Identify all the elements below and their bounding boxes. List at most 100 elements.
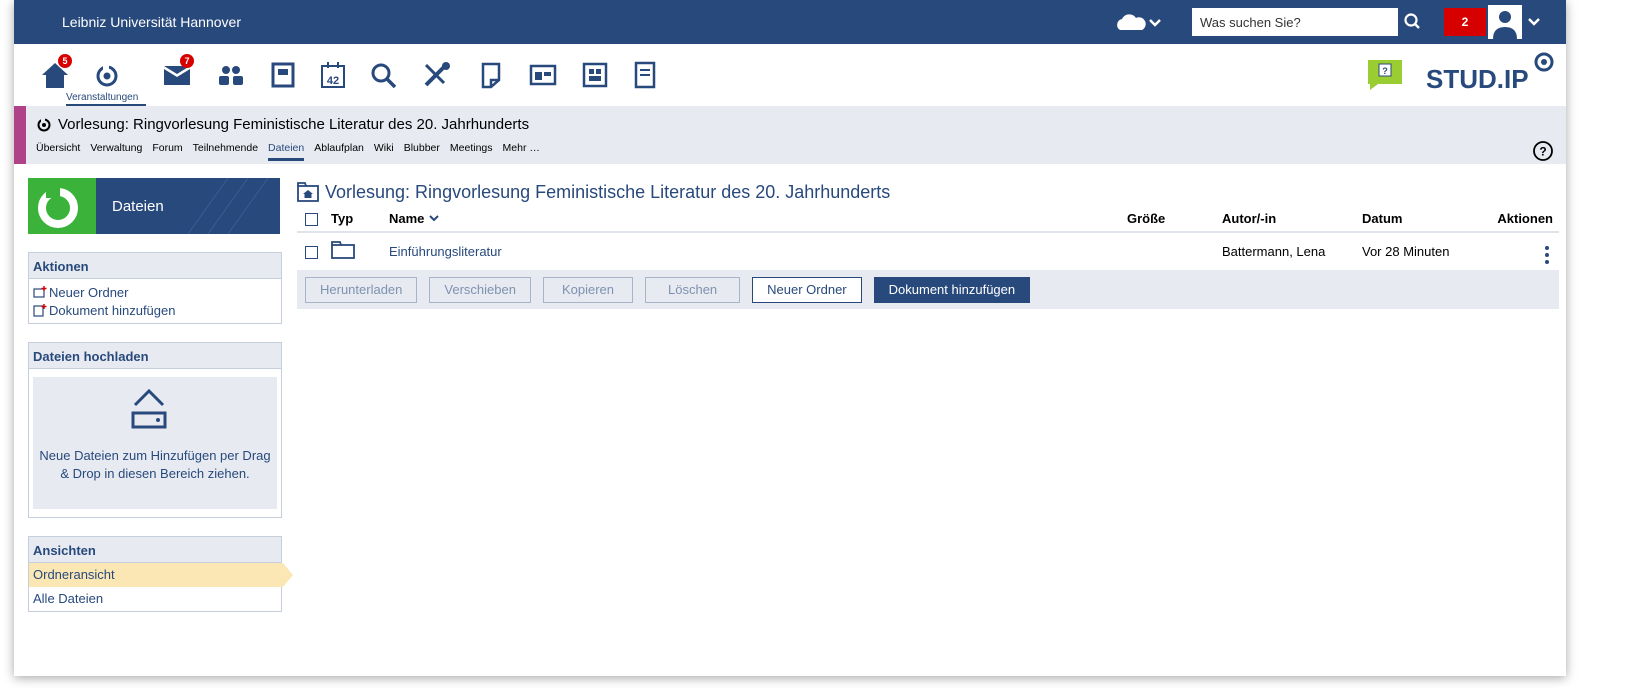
help-icon[interactable]: ? bbox=[1532, 140, 1554, 162]
view-all-files[interactable]: Alle Dateien bbox=[29, 587, 282, 611]
files-table: Typ Name Größe Autor/-in Datum Aktionen bbox=[297, 206, 1559, 271]
upload-drop-zone[interactable]: Neue Dateien zum Hinzufügen per Drag & D… bbox=[33, 377, 277, 509]
nav-search[interactable] bbox=[364, 56, 402, 94]
add-document-button[interactable]: Dokument hinzufügen bbox=[873, 276, 1031, 303]
upload-widget-title: Dateien hochladen bbox=[29, 343, 281, 369]
main-navigation: 5 Veranstaltungen 7 42 ? STUD.IP bbox=[14, 44, 1566, 106]
help-center-icon[interactable]: ? bbox=[1366, 58, 1404, 92]
column-name[interactable]: Name bbox=[389, 206, 1127, 233]
column-date[interactable]: Datum bbox=[1362, 206, 1480, 233]
avatar[interactable] bbox=[1488, 5, 1522, 39]
action-new-folder-label: Neuer Ordner bbox=[49, 284, 129, 300]
upload-widget: Dateien hochladen Neue Dateien zum Hinzu… bbox=[28, 342, 282, 518]
notes-icon bbox=[634, 61, 656, 89]
folder-breadcrumb: Vorlesung: Ringvorlesung Feministische L… bbox=[297, 178, 1559, 206]
delete-button[interactable]: Löschen bbox=[645, 276, 741, 303]
calendar-icon: 42 bbox=[321, 62, 345, 88]
action-new-folder[interactable]: Neuer Ordner bbox=[33, 283, 277, 301]
messages-badge: 7 bbox=[180, 54, 194, 68]
column-author[interactable]: Autor/-in bbox=[1222, 206, 1362, 233]
column-size[interactable]: Größe bbox=[1127, 206, 1222, 233]
row-date: Vor 28 Minuten bbox=[1362, 232, 1480, 271]
column-type: Typ bbox=[319, 206, 389, 233]
tab-mehr[interactable]: Mehr … bbox=[503, 142, 540, 161]
folder-title[interactable]: Vorlesung: Ringvorlesung Feministische L… bbox=[325, 182, 890, 203]
nav-calendar[interactable]: 42 bbox=[314, 56, 352, 94]
view-folder[interactable]: Ordneransicht bbox=[29, 563, 293, 587]
action-add-document[interactable]: Dokument hinzufügen bbox=[33, 301, 277, 319]
column-actions: Aktionen bbox=[1480, 206, 1559, 233]
svg-text:?: ? bbox=[1539, 145, 1546, 159]
nav-profile[interactable] bbox=[264, 56, 302, 94]
row-checkbox[interactable] bbox=[305, 245, 318, 259]
download-button[interactable]: Herunterladen bbox=[305, 276, 418, 303]
action-add-document-label: Dokument hinzufügen bbox=[49, 302, 176, 318]
actions-widget: Aktionen Neuer Ordner Dokument hinzufüge… bbox=[28, 252, 282, 324]
home-folder-icon[interactable] bbox=[297, 182, 319, 202]
tab-meetings[interactable]: Meetings bbox=[450, 142, 493, 161]
nav-home[interactable]: 5 bbox=[36, 54, 74, 94]
sidebar-header: Dateien bbox=[28, 178, 280, 234]
add-document-icon bbox=[33, 303, 47, 317]
actions-widget-title: Aktionen bbox=[29, 253, 281, 279]
cloud-icon[interactable] bbox=[1114, 12, 1162, 34]
tab-blubber[interactable]: Blubber bbox=[404, 142, 440, 161]
notification-counter[interactable]: 2 bbox=[1444, 8, 1486, 36]
column-name-label: Name bbox=[389, 211, 425, 226]
row-actions-menu-icon[interactable] bbox=[1545, 246, 1549, 265]
files-icon bbox=[481, 62, 501, 89]
contents-icon bbox=[582, 62, 608, 88]
tab-uebersicht[interactable]: Übersicht bbox=[36, 142, 80, 161]
nav-messages[interactable]: 7 bbox=[158, 54, 196, 94]
table-row: Einführungsliteratur Battermann, Lena Vo… bbox=[297, 232, 1559, 271]
tab-forum[interactable]: Forum bbox=[152, 142, 182, 161]
course-context-bar: Vorlesung: Ringvorlesung Feministische L… bbox=[14, 106, 1566, 164]
search-icon bbox=[371, 63, 397, 89]
nav-community[interactable] bbox=[212, 56, 250, 94]
tab-dateien[interactable]: Dateien bbox=[268, 142, 305, 161]
nav-resources[interactable] bbox=[524, 56, 562, 94]
row-name-link[interactable]: Einführungsliteratur bbox=[389, 244, 502, 259]
sort-chevron-icon bbox=[429, 215, 439, 222]
university-name[interactable]: Leibniz Universität Hannover bbox=[62, 14, 241, 30]
bulk-actions-bar: Herunterladen Verschieben Kopieren Lösch… bbox=[297, 270, 1559, 309]
copy-button[interactable]: Kopieren bbox=[542, 276, 633, 303]
home-badge: 5 bbox=[58, 54, 72, 68]
row-size bbox=[1127, 232, 1222, 271]
chevron-down-icon[interactable] bbox=[1526, 14, 1542, 30]
nav-courses[interactable] bbox=[88, 56, 126, 94]
tab-wiki[interactable]: Wiki bbox=[374, 142, 394, 161]
nav-courses-label[interactable]: Veranstaltungen bbox=[66, 92, 138, 103]
tab-ablaufplan[interactable]: Ablaufplan bbox=[314, 142, 364, 161]
row-author: Battermann, Lena bbox=[1222, 232, 1362, 271]
folder-icon[interactable] bbox=[331, 240, 355, 259]
new-folder-button[interactable]: Neuer Ordner bbox=[752, 276, 862, 303]
svg-text:STUD.IP: STUD.IP bbox=[1426, 64, 1529, 94]
nav-files[interactable] bbox=[472, 56, 510, 94]
top-bar: Leibniz Universität Hannover 2 bbox=[14, 0, 1566, 44]
select-all-checkbox[interactable] bbox=[305, 213, 318, 227]
tab-verwaltung[interactable]: Verwaltung bbox=[90, 142, 142, 161]
nav-tools[interactable] bbox=[418, 56, 456, 94]
course-title: Vorlesung: Ringvorlesung Feministische L… bbox=[36, 116, 529, 133]
course-title-text: Vorlesung: Ringvorlesung Feministische L… bbox=[58, 116, 530, 133]
resources-icon bbox=[529, 64, 557, 86]
tools-icon bbox=[424, 62, 450, 87]
search-icon[interactable] bbox=[1398, 8, 1428, 36]
svg-text:42: 42 bbox=[327, 75, 339, 87]
upload-icon bbox=[131, 388, 167, 429]
profile-icon bbox=[271, 62, 295, 88]
search-input[interactable] bbox=[1192, 8, 1398, 36]
main-content: Vorlesung: Ringvorlesung Feministische L… bbox=[297, 178, 1559, 309]
tab-teilnehmende[interactable]: Teilnehmende bbox=[193, 142, 258, 161]
upload-drop-text: Neue Dateien zum Hinzufügen per Drag & D… bbox=[39, 448, 271, 481]
move-button[interactable]: Verschieben bbox=[429, 276, 531, 303]
views-widget: Ansichten Ordneransicht Alle Dateien bbox=[28, 536, 293, 612]
course-tabs: Übersicht Verwaltung Forum Teilnehmende … bbox=[36, 142, 540, 161]
courses-icon bbox=[96, 64, 118, 87]
sidebar-header-label: Dateien bbox=[112, 198, 164, 215]
studip-logo[interactable]: STUD.IP bbox=[1426, 48, 1556, 100]
nav-contents[interactable] bbox=[576, 56, 614, 94]
nav-notes[interactable] bbox=[626, 56, 664, 94]
sidebar: Dateien Aktionen Neuer Ordner Dokument h… bbox=[28, 178, 293, 612]
